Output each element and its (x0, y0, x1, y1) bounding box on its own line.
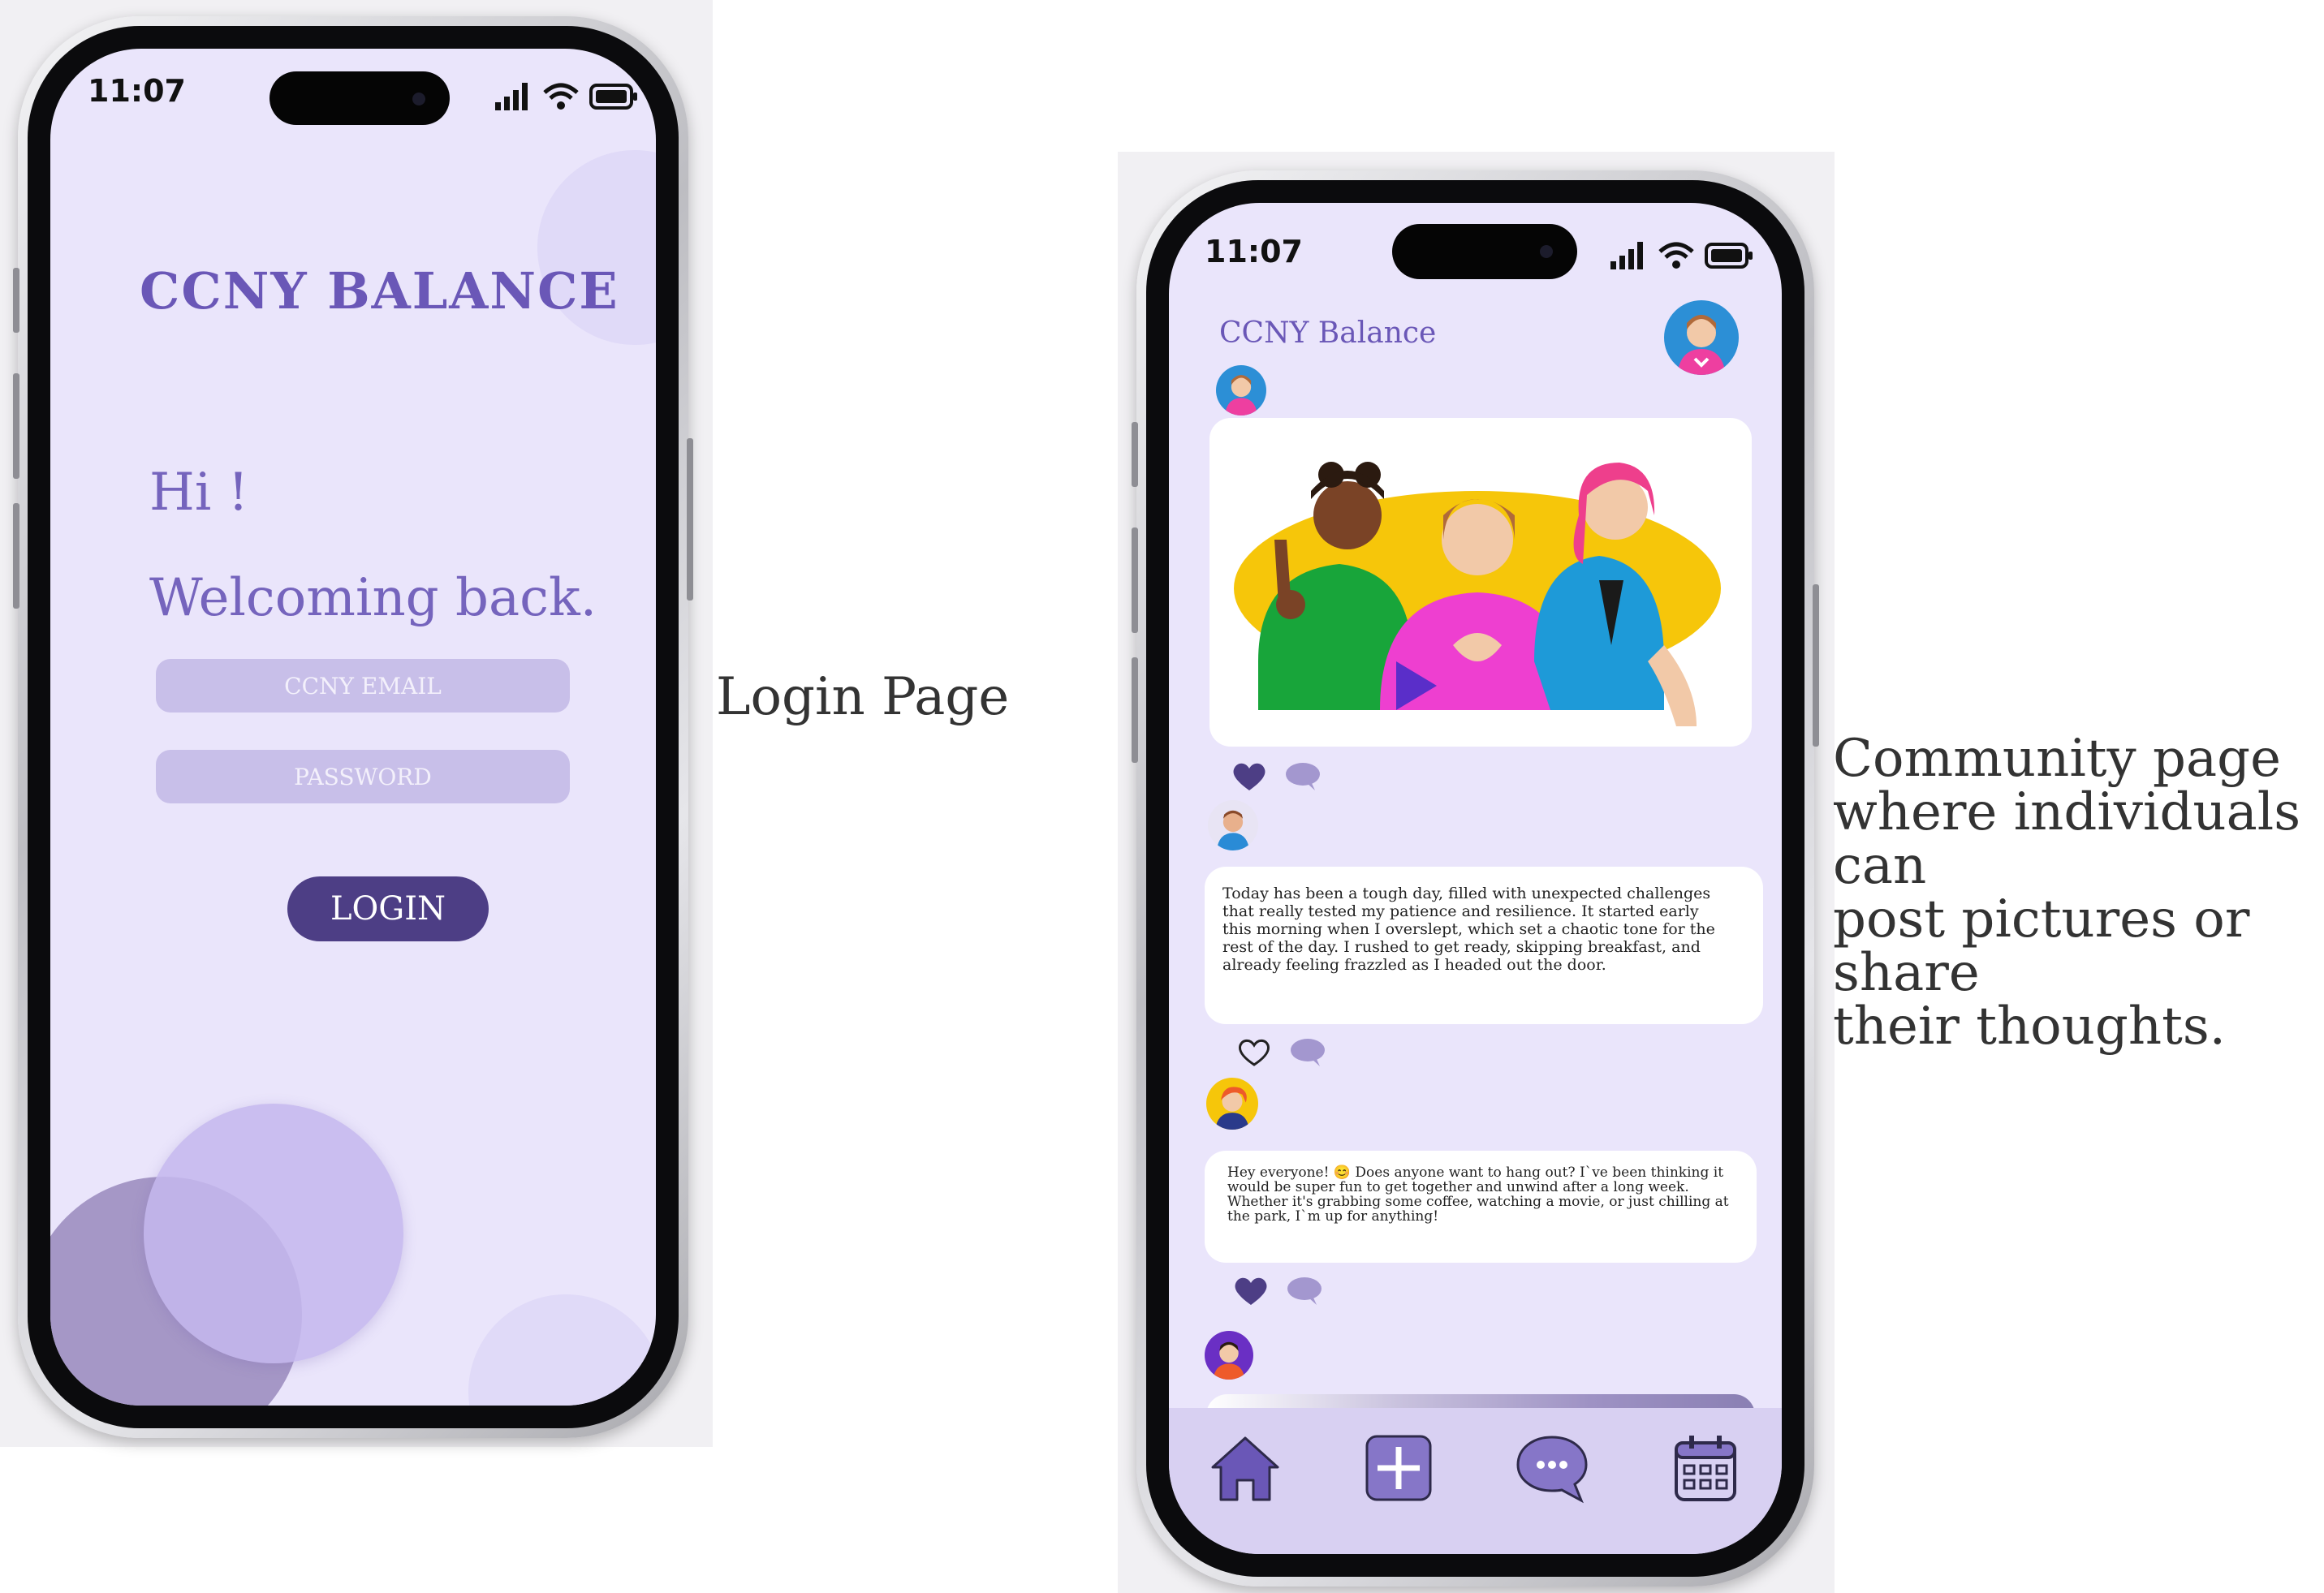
password-field[interactable] (156, 750, 570, 803)
person-icon (1213, 1341, 1245, 1380)
person-icon (1216, 810, 1250, 850)
profile-avatar[interactable] (1664, 300, 1739, 375)
phone-side-button (1132, 422, 1138, 487)
home-icon (1211, 1436, 1279, 1501)
community-phone: 11:07 CCNY Balance Today has been a toug… (1132, 170, 1819, 1587)
post-reactions (1232, 761, 1322, 792)
email-field[interactable] (156, 659, 570, 713)
chat-icon (1516, 1436, 1588, 1504)
phone-side-button (1132, 657, 1138, 763)
status-time: 11:07 (1205, 234, 1303, 269)
caption-line: post pictures or share (1833, 889, 2250, 1003)
person-icon (1224, 375, 1258, 415)
wifi-icon (543, 83, 579, 110)
login-page-caption: Login Page (716, 667, 1010, 727)
person-icon (1215, 1087, 1249, 1130)
post-reactions (1234, 1276, 1323, 1307)
phone-side-button (13, 503, 19, 609)
caption-line: where individuals can (1833, 782, 2301, 896)
phone-side-button (13, 373, 19, 479)
status-icons (495, 83, 638, 110)
wifi-icon (1658, 242, 1694, 269)
heart-filled-icon[interactable] (1232, 761, 1266, 792)
app-title: CCNY BALANCE (140, 261, 619, 321)
comment-icon[interactable] (1286, 1276, 1323, 1307)
camera-icon (1540, 245, 1553, 258)
login-button[interactable]: LOGIN (287, 876, 489, 941)
friends-illustration (1234, 462, 1721, 726)
login-screen: 11:07 CCNY BALANCE Hi ! Welcoming back. … (50, 49, 656, 1406)
nav-add-post[interactable] (1358, 1427, 1439, 1509)
phone-side-button (1813, 584, 1819, 747)
phone-side-button (13, 268, 19, 333)
status-time: 11:07 (88, 73, 186, 109)
person-icon (1677, 315, 1726, 375)
post-text-card[interactable]: Hey everyone! 😊 Does anyone want to hang… (1205, 1151, 1757, 1263)
decor-bubble (468, 1294, 656, 1406)
calendar-icon (1674, 1436, 1736, 1501)
post-text: Today has been a tough day, filled with … (1222, 885, 1715, 974)
community-page-caption: Community page where individuals can pos… (1833, 732, 2324, 1053)
add-post-icon (1365, 1435, 1432, 1501)
signal-icon (495, 83, 528, 110)
greeting-text: Hi ! (149, 463, 249, 523)
post-author-avatar[interactable] (1206, 1078, 1258, 1130)
heart-filled-icon[interactable] (1234, 1276, 1268, 1307)
post-text: Hey everyone! 😊 Does anyone want to hang… (1227, 1165, 1729, 1225)
nav-home[interactable] (1205, 1427, 1286, 1509)
nav-calendar[interactable] (1665, 1427, 1746, 1509)
post-text-card[interactable]: Today has been a tough day, filled with … (1205, 867, 1763, 1024)
battery-icon (589, 84, 637, 110)
welcome-text: Welcoming back. (149, 568, 597, 628)
phone-side-button (1132, 527, 1138, 633)
comment-icon[interactable] (1289, 1037, 1326, 1068)
caption-line: their thoughts. (1833, 997, 2226, 1057)
post-author-avatar[interactable] (1208, 800, 1258, 850)
phone-bezel: 11:07 CCNY BALANCE Hi ! Welcoming back. … (28, 26, 679, 1428)
login-phone: 11:07 CCNY BALANCE Hi ! Welcoming back. … (13, 16, 693, 1438)
community-screen: 11:07 CCNY Balance Today has been a toug… (1169, 203, 1782, 1554)
post-image-card[interactable] (1209, 418, 1752, 747)
camera-icon (412, 93, 425, 105)
phone-bezel: 11:07 CCNY Balance Today has been a toug… (1146, 180, 1804, 1577)
dynamic-island (1392, 224, 1577, 279)
bottom-nav (1169, 1408, 1782, 1554)
caption-line: Community page (1833, 729, 2281, 789)
heart-outline-icon[interactable] (1237, 1037, 1271, 1068)
decor-bubble (144, 1104, 403, 1363)
post-reactions (1237, 1037, 1326, 1068)
nav-chat[interactable] (1511, 1427, 1593, 1509)
dynamic-island (269, 71, 450, 125)
phone-side-button (687, 438, 693, 601)
battery-icon (1705, 243, 1753, 269)
comment-icon[interactable] (1284, 761, 1322, 792)
app-title: CCNY Balance (1219, 316, 1437, 350)
post-author-avatar[interactable] (1216, 365, 1266, 415)
status-icons (1610, 242, 1753, 269)
signal-icon (1610, 242, 1643, 269)
post-author-avatar[interactable] (1205, 1331, 1253, 1380)
